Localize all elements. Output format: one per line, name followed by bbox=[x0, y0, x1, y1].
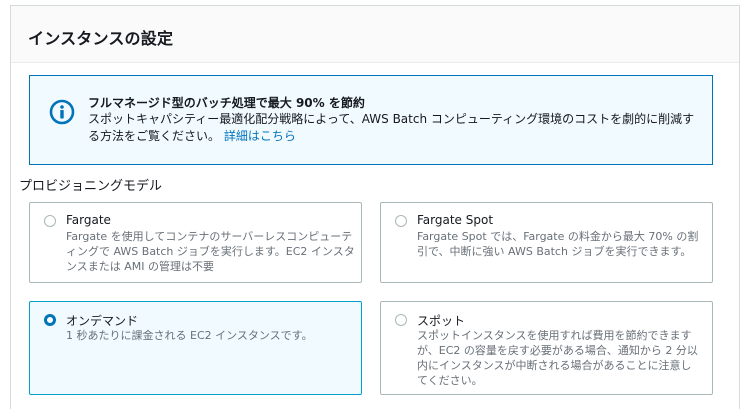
panel-title: インスタンスの設定 bbox=[28, 29, 174, 48]
info-body-text: スポットキャパシティー最適化配分戦略によって、AWS Batch コンピューティ… bbox=[88, 112, 695, 143]
option-description: Fargate Spot では、Fargate の料金から最大 70% の割引で… bbox=[417, 230, 699, 258]
option-title: オンデマンド bbox=[66, 314, 139, 328]
info-alert: フルマネージド型のバッチ処理で最大 90% を節約 スポットキャパシティー最適化… bbox=[29, 75, 713, 165]
option-fargate-spot[interactable]: Fargate Spot Fargate Spot では、Fargate の料金… bbox=[380, 202, 713, 283]
option-on-demand[interactable]: オンデマンド 1 秒あたりに課金される EC2 インスタンスです。 bbox=[29, 301, 362, 395]
fargate-spot-radio[interactable] bbox=[395, 215, 407, 227]
provisioning-model-label: プロビジョニングモデル bbox=[19, 179, 163, 194]
fargate-radio[interactable] bbox=[44, 215, 56, 227]
info-body: スポットキャパシティー最適化配分戦略によって、AWS Batch コンピューティ… bbox=[88, 111, 700, 145]
info-icon bbox=[49, 99, 75, 125]
option-spot[interactable]: スポット スポットインスタンスを使用すれば費用を節約できますが、EC2 の容量を… bbox=[380, 301, 713, 395]
option-description: Fargate を使用してコンテナのサーバーレスコンピューティングで AWS B… bbox=[66, 230, 355, 273]
learn-more-link[interactable]: 詳細はこちら bbox=[224, 129, 296, 143]
option-title: スポット bbox=[417, 314, 466, 328]
option-title: Fargate bbox=[66, 213, 111, 227]
panel-header: インスタンスの設定 bbox=[11, 6, 739, 63]
spot-radio[interactable] bbox=[395, 314, 407, 326]
option-description: スポットインスタンスを使用すれば費用を節約できますが、EC2 の容量を戻す必要が… bbox=[417, 329, 698, 387]
on-demand-radio[interactable] bbox=[44, 314, 56, 326]
option-fargate[interactable]: Fargate Fargate を使用してコンテナのサーバーレスコンピューティン… bbox=[29, 202, 362, 283]
option-description: 1 秒あたりに課金される EC2 インスタンスです。 bbox=[66, 329, 313, 342]
info-title: フルマネージド型のバッチ処理で最大 90% を節約 bbox=[88, 96, 365, 110]
option-title: Fargate Spot bbox=[417, 213, 494, 227]
